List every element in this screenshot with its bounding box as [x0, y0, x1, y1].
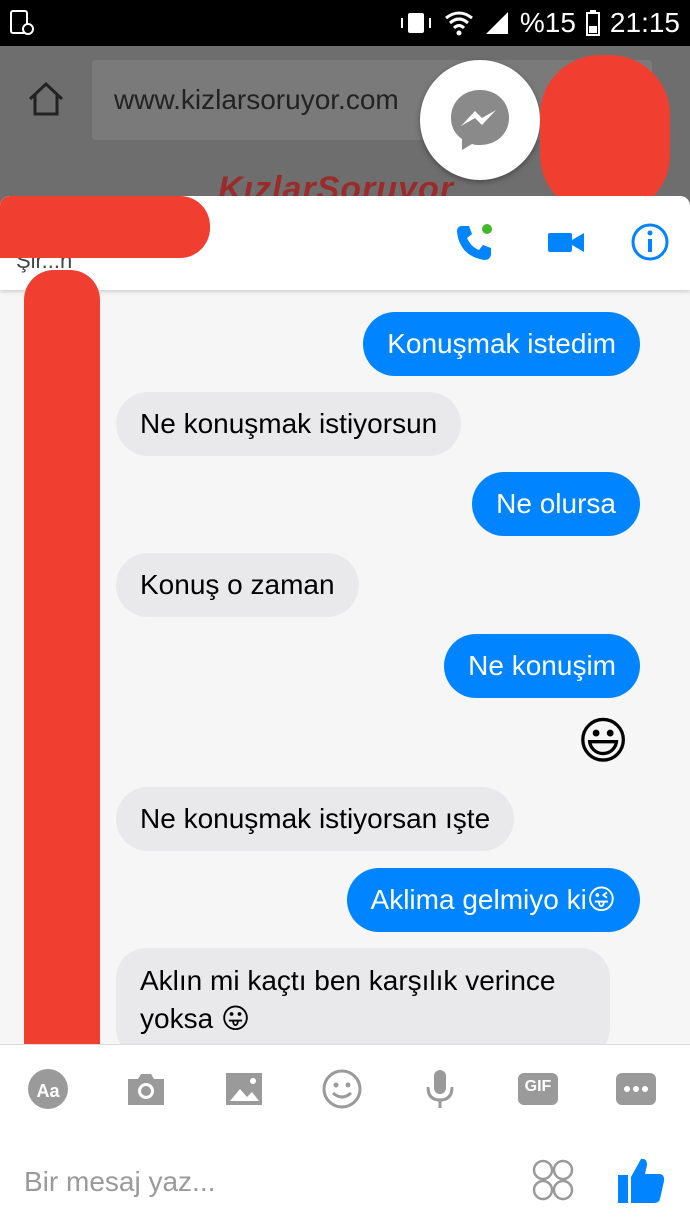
- message-input[interactable]: Bir mesaj yaz...: [24, 1166, 215, 1198]
- emoji-picker-icon[interactable]: [530, 1157, 576, 1203]
- battery-percent: %15: [519, 7, 576, 38]
- message-incoming[interactable]: Konuş o zaman: [116, 553, 359, 617]
- status-bar: %15 21:15: [0, 0, 690, 46]
- clock: 21:15: [609, 7, 680, 38]
- messenger-chat-head[interactable]: [420, 60, 540, 180]
- call-icon[interactable]: [454, 222, 494, 262]
- message-incoming[interactable]: Ne konuşmak istiyorsan ışte: [116, 787, 515, 851]
- message-outgoing[interactable]: Ne olursa: [472, 472, 640, 536]
- more-icon[interactable]: [614, 1067, 658, 1111]
- screenshot-notification-icon: [10, 10, 34, 35]
- svg-text:Aa: Aa: [36, 1081, 60, 1101]
- redacted-contact-name: [0, 196, 210, 258]
- contact-chat-head-redacted[interactable]: [540, 55, 670, 215]
- wifi-icon: [444, 11, 473, 36]
- message-emoji-outgoing[interactable]: 😃: [572, 710, 634, 772]
- camera-icon[interactable]: [124, 1067, 168, 1111]
- status-right: %15 21:15: [398, 6, 680, 40]
- message-incoming[interactable]: Aklın mi kaçtı ben karşılık verince yoks…: [116, 948, 610, 1058]
- composer-bar: Aa GIF Bir mesaj yaz...: [0, 1044, 690, 1228]
- message-list[interactable]: Konuşmak istedim Ne konuşmak istiyorsun …: [0, 290, 690, 1058]
- messenger-icon: [451, 90, 509, 150]
- home-icon[interactable]: [26, 79, 66, 119]
- battery-icon: [585, 10, 600, 36]
- video-call-icon[interactable]: [546, 222, 586, 262]
- thumbs-up-icon[interactable]: [616, 1155, 666, 1205]
- info-icon[interactable]: [630, 222, 670, 262]
- smiley-icon[interactable]: [320, 1067, 364, 1111]
- url-text: www.kizlarsoruyor.com: [114, 84, 399, 115]
- microphone-icon[interactable]: [418, 1067, 462, 1111]
- aa-icon[interactable]: Aa: [26, 1067, 70, 1111]
- message-incoming[interactable]: Ne konuşmak istiyorsun: [116, 392, 462, 456]
- signal-icon: [485, 12, 508, 34]
- chat-header: Şir...n: [0, 196, 690, 290]
- message-outgoing[interactable]: Ne konuşim: [444, 634, 640, 698]
- message-outgoing[interactable]: Konuşmak istedim: [363, 312, 640, 376]
- redacted-avatars: [24, 270, 100, 1080]
- image-icon[interactable]: [222, 1067, 266, 1111]
- vibrate-icon: [400, 13, 431, 33]
- message-outgoing[interactable]: Aklima gelmiyo ki😜: [346, 868, 640, 932]
- gif-label: GIF: [524, 1078, 552, 1095]
